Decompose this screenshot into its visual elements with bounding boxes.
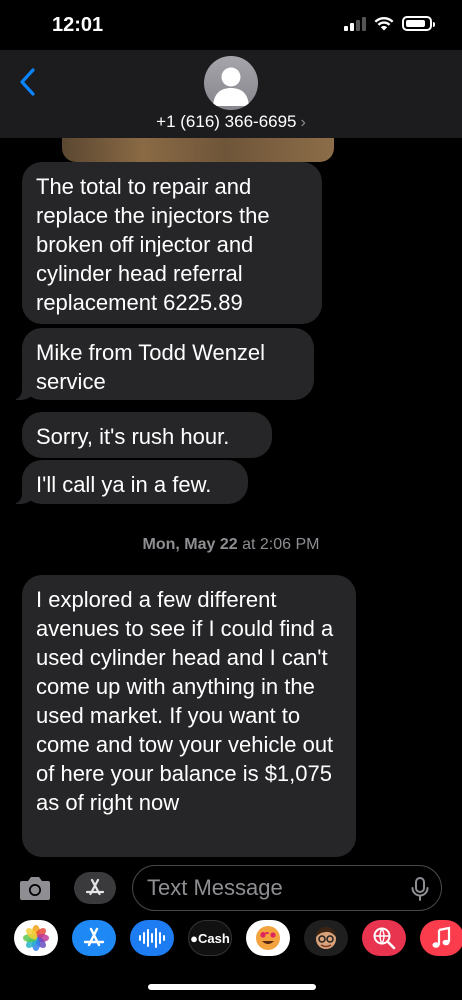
apple-logo-icon: ● <box>190 930 199 946</box>
status-bar: 12:01 <box>0 0 462 50</box>
timestamp-time: at 2:06 PM <box>242 536 320 553</box>
web-search-app-icon[interactable] <box>362 920 406 956</box>
music-app-icon[interactable] <box>420 920 462 956</box>
camera-button[interactable] <box>18 872 52 904</box>
chevron-right-icon: › <box>300 114 306 131</box>
message-timestamp: Mon, May 22 at 2:06 PM <box>0 536 462 554</box>
message-text: I explored a few different avenues to se… <box>36 587 334 815</box>
contact-name-button[interactable]: +1 (616) 366-6695 › <box>0 112 462 132</box>
message-text: I'll call ya in a few. <box>36 472 212 497</box>
memoji-stickers-app-icon[interactable] <box>246 920 290 956</box>
message-bubble[interactable]: I explored a few different avenues to se… <box>22 575 356 857</box>
heart-eyes-emoji-icon <box>256 926 280 950</box>
microphone-icon[interactable] <box>411 877 429 901</box>
globe-search-icon <box>373 927 396 950</box>
timestamp-day: Mon, May 22 <box>142 536 238 553</box>
imessage-app-strip: ●Cash <box>0 920 462 960</box>
waveform-icon <box>139 928 165 948</box>
app-store-logo-icon <box>83 927 105 947</box>
status-time: 12:01 <box>52 14 104 36</box>
app-store-icon <box>85 878 105 896</box>
message-bubble[interactable]: I'll call ya in a few. <box>12 460 248 504</box>
home-indicator[interactable] <box>148 984 316 990</box>
wifi-icon <box>374 16 394 31</box>
camera-icon <box>20 877 50 900</box>
message-text: Sorry, it's rush hour. <box>36 424 230 449</box>
status-icons <box>344 16 435 31</box>
message-text: The total to repair and replace the inje… <box>36 174 270 315</box>
music-note-icon <box>432 926 451 948</box>
app-store-app-icon[interactable] <box>72 920 116 956</box>
memoji-app-icon[interactable] <box>304 920 348 956</box>
conversation-header: +1 (616) 366-6695 › <box>0 50 462 138</box>
signal-icon <box>344 16 366 31</box>
photos-flower-icon <box>23 925 49 951</box>
contact-avatar[interactable] <box>204 56 258 110</box>
apple-cash-label: ●Cash <box>190 930 230 946</box>
chevron-left-icon[interactable] <box>14 64 42 100</box>
message-input[interactable]: Text Message <box>132 865 442 911</box>
audio-message-app-icon[interactable] <box>130 920 174 956</box>
memoji-face-icon <box>316 927 336 949</box>
photos-app-icon[interactable] <box>14 920 58 956</box>
image-attachment[interactable] <box>62 138 334 162</box>
message-bubble[interactable]: The total to repair and replace the inje… <box>22 162 322 324</box>
message-input-placeholder: Text Message <box>147 875 283 900</box>
apple-cash-app-icon[interactable]: ●Cash <box>188 920 232 956</box>
battery-icon <box>402 16 435 31</box>
message-bubble[interactable]: Mike from Todd Wenzel service <box>12 328 314 400</box>
contact-name: +1 (616) 366-6695 <box>156 112 297 131</box>
person-silhouette-icon <box>213 67 249 106</box>
apps-button[interactable] <box>74 872 116 904</box>
message-text: Mike from Todd Wenzel service <box>36 340 266 394</box>
message-bubble[interactable]: Sorry, it's rush hour. <box>22 412 272 458</box>
